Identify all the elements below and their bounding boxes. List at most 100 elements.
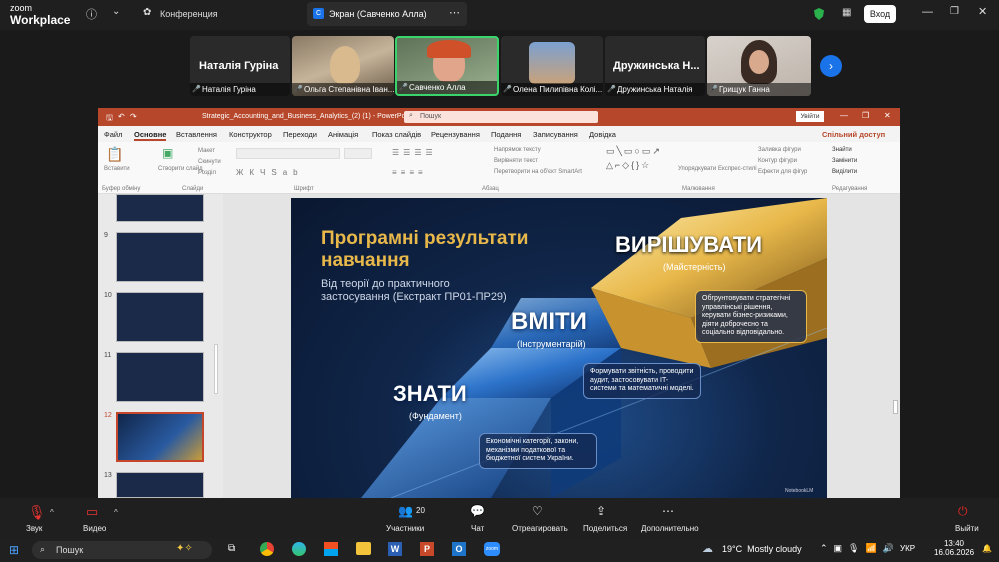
slide-thumbnail[interactable] (116, 292, 204, 342)
chrome-icon[interactable] (260, 542, 274, 556)
video-tile-active-speaker[interactable]: Савченко Алла (395, 36, 499, 96)
heart-icon[interactable]: ♡ (532, 504, 548, 518)
video-button[interactable]: Видео (83, 524, 106, 533)
find-button[interactable]: Знайти (832, 147, 852, 153)
powerpoint-icon[interactable]: P (420, 542, 434, 556)
layout-button[interactable]: Макет (198, 148, 215, 154)
video-tile[interactable]: Олена Пилипівна Колі... (501, 36, 603, 96)
share-screen-icon[interactable]: ⇪ (596, 504, 612, 518)
apps-grid-icon[interactable]: ▦ (842, 7, 851, 18)
video-tile[interactable]: Дружинська Н... Дружинська Наталія (605, 36, 705, 96)
replace-button[interactable]: Замінити (832, 158, 857, 164)
align-icons[interactable]: ≡≡≡≡ (392, 168, 427, 177)
video-tile[interactable]: Ольга Степанівна Іван... (292, 36, 394, 96)
info-icon[interactable]: ⓘ (86, 6, 97, 22)
menu-transitions[interactable]: Переходи (283, 130, 317, 139)
select-button[interactable]: Виділити (832, 169, 857, 175)
task-view-icon[interactable]: ⧉ (228, 543, 235, 554)
font-name-field[interactable] (236, 148, 340, 159)
menu-help[interactable]: Довідка (589, 130, 616, 139)
undo-icon[interactable]: ↶ (118, 112, 125, 121)
paste-label[interactable]: Вставити (104, 166, 130, 172)
slide-thumbnail[interactable] (116, 352, 204, 402)
meeting-label[interactable]: Конференция (160, 9, 218, 19)
chevron-down-icon[interactable]: ⌄ (112, 6, 120, 17)
video-tile[interactable]: Наталія Гуріна Наталія Гуріна (190, 36, 290, 96)
file-explorer-icon[interactable] (356, 542, 371, 555)
minimize-icon[interactable]: — (840, 111, 848, 120)
menu-home[interactable]: Основне (134, 130, 167, 141)
react-button[interactable]: Отреагировать (512, 524, 568, 533)
chevron-up-icon[interactable]: ^ (50, 508, 54, 517)
chat-icon[interactable]: 💬 (470, 504, 486, 518)
restore-icon[interactable]: ❐ (862, 111, 869, 120)
menu-record[interactable]: Записування (533, 130, 578, 139)
menu-animation[interactable]: Анімація (328, 130, 358, 139)
quick-styles-button[interactable]: Експрес-стилі (718, 166, 757, 172)
paste-icon[interactable]: 📋 (106, 146, 123, 163)
weather-label[interactable]: 19°C Mostly cloudy (722, 544, 802, 554)
save-icon[interactable]: 🖫 (106, 112, 113, 126)
smartart-button[interactable]: Перетворити на об'єкт SmartArt (494, 169, 582, 175)
audio-button[interactable]: Звук (26, 524, 42, 533)
participants-button[interactable]: Участники (386, 524, 424, 533)
tray-icons[interactable]: ⌃▣🎙📶🔊 (820, 543, 900, 554)
ppt-search-input[interactable]: Пошук (404, 111, 598, 123)
section-button[interactable]: Розділ (198, 170, 216, 176)
list-icons[interactable]: ☰☰☰☰ (392, 148, 437, 157)
slide-thumbnail[interactable] (116, 232, 204, 282)
text-direction-button[interactable]: Напрямок тексту (494, 147, 541, 153)
shield-icon[interactable] (814, 8, 824, 20)
store-icon[interactable] (324, 542, 338, 556)
outlook-icon[interactable]: O (452, 542, 466, 556)
slide-thumbnail[interactable] (116, 472, 204, 498)
current-slide[interactable]: Програмні результати навчання Від теорії… (291, 198, 827, 498)
new-slide-label[interactable]: Створити слайд (158, 166, 203, 172)
slide-thumbnail-selected[interactable] (116, 412, 204, 462)
close-icon[interactable]: ✕ (978, 5, 987, 18)
restore-icon[interactable]: ❐ (950, 6, 959, 17)
video-off-icon[interactable]: ▭ (86, 504, 102, 519)
share-button[interactable]: Поделиться (583, 524, 627, 533)
font-format-icons[interactable]: ЖКЧSab (236, 168, 304, 177)
more-button[interactable]: Дополнительно (641, 524, 699, 533)
leave-button[interactable]: Выйти (955, 524, 979, 533)
signin-button[interactable]: Вход (864, 5, 896, 23)
more-icon[interactable]: ⋯ (449, 6, 460, 19)
taskbar-search[interactable]: ⌕ Пошук ✦✧ (32, 541, 212, 559)
participants-icon[interactable]: 👥 (398, 504, 414, 518)
chevron-up-icon[interactable]: ^ (114, 508, 118, 517)
shapes-gallery-icon[interactable]: ▭╲▭○▭↗ (606, 146, 662, 157)
word-icon[interactable]: W (388, 542, 402, 556)
menu-view[interactable]: Подання (491, 130, 521, 139)
redo-icon[interactable]: ↷ (130, 112, 137, 121)
menu-slideshow[interactable]: Показ слайдів (372, 130, 421, 139)
shape-fill-button[interactable]: Заливка фігури (758, 147, 801, 153)
align-text-button[interactable]: Вирівняти текст (494, 158, 538, 164)
shapes-gallery-icon[interactable]: △⌐◇{}☆ (606, 160, 651, 171)
font-size-field[interactable] (344, 148, 372, 159)
screen-share-tab[interactable]: C Экран (Савченко Алла) ⋯ (307, 2, 467, 26)
menu-review[interactable]: Рецензування (431, 130, 480, 139)
reset-button[interactable]: Скинути (198, 159, 221, 165)
shape-effects-button[interactable]: Ефекти для фігур (758, 169, 807, 175)
menu-file[interactable]: Файл (104, 130, 122, 139)
mic-muted-icon[interactable]: 🎙 (28, 504, 46, 520)
ppt-signin-button[interactable]: Увійти (796, 111, 824, 122)
share-button[interactable]: Спільний доступ (822, 130, 885, 139)
edge-icon[interactable] (292, 542, 306, 556)
more-icon[interactable]: ⋯ (662, 504, 678, 518)
zoom-app-icon[interactable]: zoom (484, 542, 500, 556)
menu-design[interactable]: Конструктор (229, 130, 272, 139)
leave-icon[interactable]: ⏻ (958, 504, 974, 518)
close-icon[interactable]: ✕ (884, 111, 891, 120)
video-tile[interactable]: Грищук Ганна (707, 36, 811, 96)
slide-thumbnail[interactable] (116, 194, 204, 222)
chat-button[interactable]: Чат (471, 524, 484, 533)
canvas-scrollbar[interactable] (893, 400, 898, 414)
shape-outline-button[interactable]: Контур фігури (758, 158, 797, 164)
new-slide-icon[interactable]: ▣ (162, 146, 173, 160)
arrange-button[interactable]: Упорядкувати (678, 166, 716, 172)
clock[interactable]: 13:40 16.06.2026 (934, 539, 974, 557)
next-page-icon[interactable]: › (820, 55, 842, 77)
